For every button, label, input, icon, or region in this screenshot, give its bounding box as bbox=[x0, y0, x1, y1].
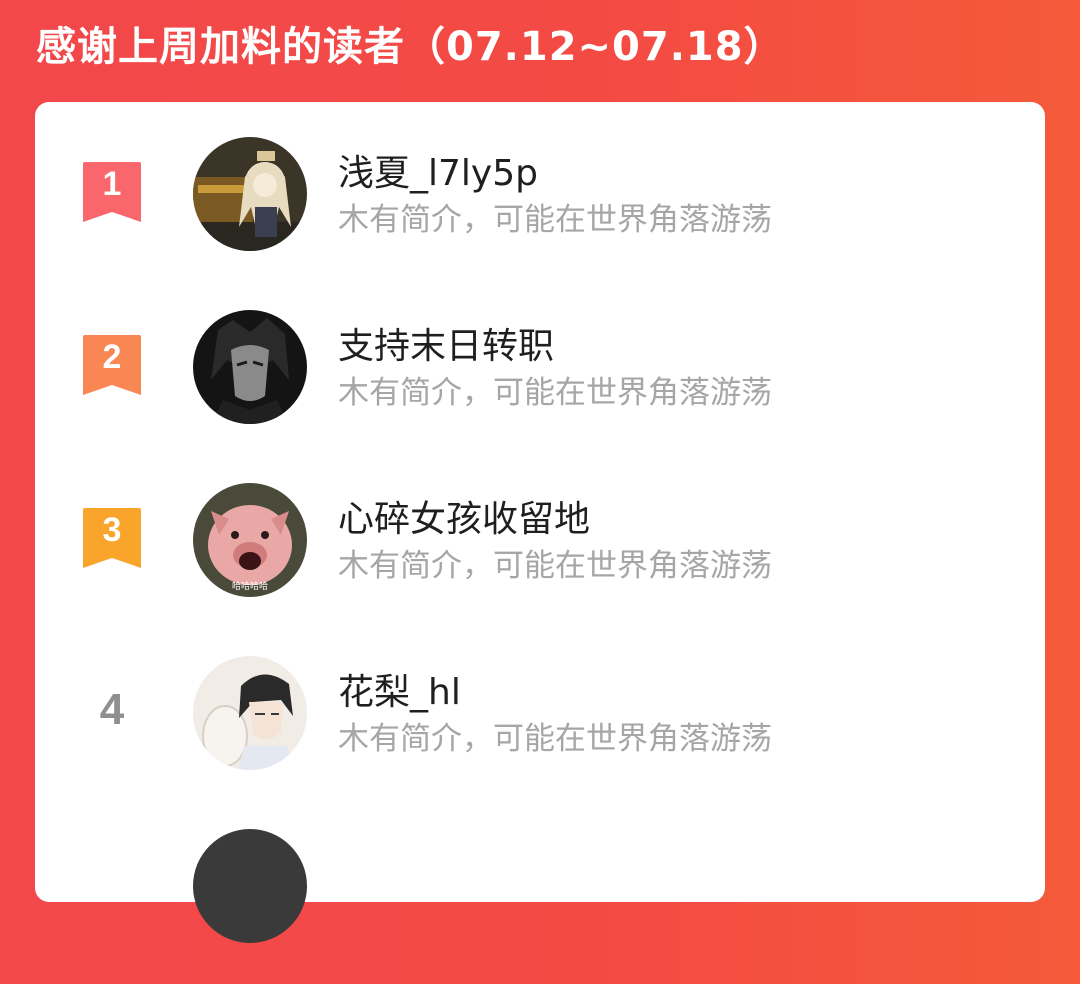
anime-girl-avatar-icon bbox=[193, 137, 307, 251]
reader-list-card: 1 浅夏_l7ly5p 木有简介，可能在世界角落游荡 2 支持末日转职 木有简介… bbox=[35, 102, 1045, 943]
avatar[interactable]: 哈哈哈哈 bbox=[193, 483, 307, 597]
reader-row-4[interactable]: 4 花梨_hl 木有简介，可能在世界角落游荡 bbox=[35, 651, 1045, 811]
page-title: 感谢上周加料的读者（07.12~07.18） bbox=[36, 24, 785, 70]
reader-name: 浅夏_l7ly5p bbox=[338, 153, 538, 194]
rank-badge-2: 2 bbox=[83, 335, 141, 395]
reader-bio: 木有简介，可能在世界角落游荡 bbox=[338, 721, 772, 757]
avatar[interactable] bbox=[193, 829, 307, 943]
reader-name: 支持末日转职 bbox=[338, 326, 555, 367]
pig-avatar-icon: 哈哈哈哈 bbox=[193, 483, 307, 597]
reader-name: 心碎女孩收留地 bbox=[338, 499, 591, 540]
reader-row-1[interactable]: 1 浅夏_l7ly5p 木有简介，可能在世界角落游荡 bbox=[35, 132, 1045, 292]
avatar-caption: 哈哈哈哈 bbox=[232, 580, 268, 592]
rank-number: 4 bbox=[99, 685, 125, 734]
reader-row-3[interactable]: 3 哈哈哈哈 心碎女孩收留地 木有简介，可能在世界角落游荡 bbox=[35, 478, 1045, 638]
reader-row-5[interactable] bbox=[35, 824, 1045, 984]
rank-badge-1: 1 bbox=[83, 162, 141, 222]
rank-badge-4: 4 bbox=[83, 685, 141, 745]
rank-number: 2 bbox=[102, 338, 122, 376]
rank-number: 3 bbox=[102, 511, 122, 549]
avatar[interactable] bbox=[193, 310, 307, 424]
rank-badge-3: 3 bbox=[83, 508, 141, 568]
reader-bio: 木有简介，可能在世界角落游荡 bbox=[338, 548, 772, 584]
reader-row-2[interactable]: 2 支持末日转职 木有简介，可能在世界角落游荡 bbox=[35, 305, 1045, 465]
reader-bio: 木有简介，可能在世界角落游荡 bbox=[338, 202, 772, 238]
anime-boy-avatar-icon bbox=[193, 656, 307, 770]
dark-character-avatar-icon bbox=[193, 310, 307, 424]
avatar[interactable] bbox=[193, 656, 307, 770]
reader-bio: 木有简介，可能在世界角落游荡 bbox=[338, 375, 772, 411]
avatar-icon bbox=[193, 829, 307, 943]
avatar[interactable] bbox=[193, 137, 307, 251]
rank-number: 1 bbox=[102, 165, 122, 203]
reader-name: 花梨_hl bbox=[338, 672, 461, 713]
